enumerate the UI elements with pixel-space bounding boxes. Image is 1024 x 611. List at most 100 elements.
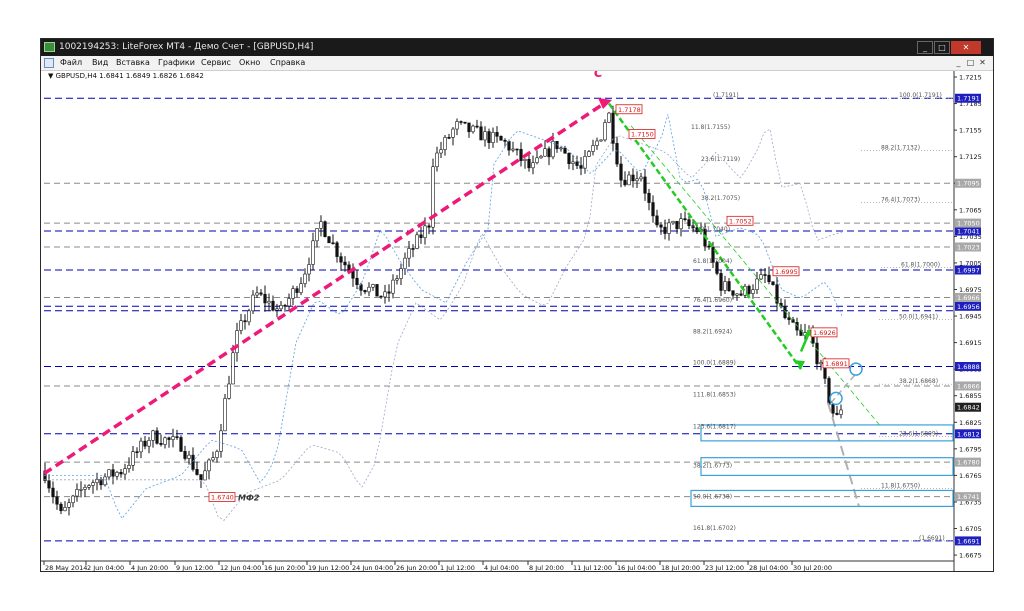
candle-body xyxy=(471,125,475,133)
candle-body xyxy=(323,221,327,238)
candle-body xyxy=(479,126,483,141)
date-tick-label: 24 Jun 04:00 xyxy=(352,564,393,571)
price-chart[interactable]: C 1.7178 1.7150 1.7052 1.6995 1.6926 1.6891 1.6… xyxy=(41,66,993,572)
candle-body xyxy=(199,474,203,481)
candle-body xyxy=(339,256,343,263)
fibo-left-label: 11.8(1.7155) xyxy=(691,124,730,131)
candle-body xyxy=(575,161,579,166)
price-tick-label: 1.7125 xyxy=(959,153,982,161)
candle-body xyxy=(335,242,339,257)
candle-body xyxy=(83,487,87,490)
candle-body xyxy=(311,240,315,265)
candle-body xyxy=(675,220,679,230)
symbol-header: ▼ GBPUSD,H4 1.6841 1.6849 1.6826 1.6842 xyxy=(48,72,204,80)
candle-body xyxy=(459,121,463,123)
menu-insert[interactable]: Вставка xyxy=(116,56,150,70)
child-close-button[interactable]: ✕ xyxy=(977,57,988,68)
child-minimize-button[interactable]: _ xyxy=(953,57,964,68)
candle-body xyxy=(419,234,423,238)
fibo-left-label: (1.7191) xyxy=(713,92,739,99)
price-tick-label: 1.6915 xyxy=(959,339,982,347)
candle-body xyxy=(503,139,507,142)
candle-body xyxy=(707,245,711,248)
close-button[interactable]: ✕ xyxy=(951,41,981,54)
maximize-button[interactable]: □ xyxy=(934,41,950,54)
candle-body xyxy=(167,437,171,440)
marker-c: C xyxy=(594,71,603,80)
candle-body xyxy=(407,248,411,259)
title-bar: 1002194253: LiteForex MT4 - Демо Счет - … xyxy=(41,39,993,56)
candle-body xyxy=(123,468,127,475)
price-tick-label: 1.6945 xyxy=(959,313,982,321)
fibo-right-label: 76.4(1.7073) xyxy=(881,197,920,204)
candle-body xyxy=(631,174,635,182)
axis-level-label: 1.6812 xyxy=(957,430,980,438)
candle-body xyxy=(387,291,391,294)
fibo-left-label: 161.8(1.6702) xyxy=(693,525,736,532)
menu-window[interactable]: Окно xyxy=(239,56,260,70)
app-icon xyxy=(44,42,55,52)
price-tick-label: 1.6795 xyxy=(959,445,982,453)
axis-level-label: 1.6888 xyxy=(957,363,980,371)
candle-body xyxy=(163,437,167,445)
menu-tools[interactable]: Сервис xyxy=(201,56,231,70)
candle-body xyxy=(255,292,259,296)
candle-body xyxy=(191,454,195,470)
candle-body xyxy=(527,158,531,169)
menu-view[interactable]: Вид xyxy=(92,56,108,70)
symbol-info: GBPUSD,H4 1.6841 1.6849 1.6826 1.6842 xyxy=(55,72,204,80)
candle-body xyxy=(475,125,479,128)
candle-body xyxy=(307,264,311,275)
candle-body xyxy=(615,143,619,165)
candle-body xyxy=(327,236,331,244)
candle-body xyxy=(643,176,647,194)
candle-body xyxy=(495,132,499,137)
axis-level-label: 1.6956 xyxy=(957,303,980,311)
fibo-right-label: 11.8(1.6750) xyxy=(881,483,920,490)
target-circle xyxy=(849,362,863,376)
candle-body xyxy=(215,451,219,458)
candle-body xyxy=(411,248,415,250)
candle-body xyxy=(627,174,631,186)
price-tick-label: 1.6975 xyxy=(959,286,982,294)
candle-body xyxy=(659,224,663,228)
candle-body xyxy=(455,121,459,130)
candle-body xyxy=(399,268,403,279)
candle-body xyxy=(315,228,319,242)
candle-body xyxy=(111,469,115,477)
candle-body xyxy=(679,218,683,230)
candle-body xyxy=(839,409,843,415)
price-tick-label: 1.6675 xyxy=(959,552,982,560)
child-restore-button[interactable]: □ xyxy=(965,57,976,68)
candle-body xyxy=(579,165,583,169)
candle-body xyxy=(739,293,743,296)
candle-body xyxy=(231,352,235,385)
candle-body xyxy=(51,487,55,498)
chart-area[interactable]: ▼ GBPUSD,H4 1.6841 1.6849 1.6826 1.6842 … xyxy=(41,66,993,572)
menu-charts[interactable]: Графики xyxy=(158,56,195,70)
date-tick-label: 23 Jul 12:00 xyxy=(705,564,744,571)
axis-level-label: 1.6780 xyxy=(957,459,980,467)
candle-body xyxy=(727,281,731,292)
candle-body xyxy=(719,273,723,291)
candle-body xyxy=(735,293,739,296)
candle-body xyxy=(467,122,471,133)
candle-body xyxy=(619,163,623,181)
candle-body xyxy=(443,137,447,150)
minimize-button[interactable]: _ xyxy=(917,41,933,54)
candle-body xyxy=(723,281,727,291)
candle-body xyxy=(751,289,755,294)
candle-body xyxy=(59,503,63,512)
candle-body xyxy=(239,320,243,331)
axis-level-label: 1.6741 xyxy=(957,493,980,501)
date-tick-label: 4 Jul 04:00 xyxy=(484,564,519,571)
fibo-left-label: 23.6(1.7119) xyxy=(701,156,740,163)
menu-help[interactable]: Справка xyxy=(270,56,305,70)
menu-file[interactable]: Файл xyxy=(60,56,82,70)
fibo-left-label: 38.2(1.7075) xyxy=(701,195,740,202)
date-tick-label: 30 Jul 20:00 xyxy=(793,564,832,571)
candle-body xyxy=(403,257,407,269)
candle-body xyxy=(375,284,379,297)
candle-body xyxy=(435,152,439,168)
fibo-left-label: 88.2(1.6924) xyxy=(693,329,732,336)
